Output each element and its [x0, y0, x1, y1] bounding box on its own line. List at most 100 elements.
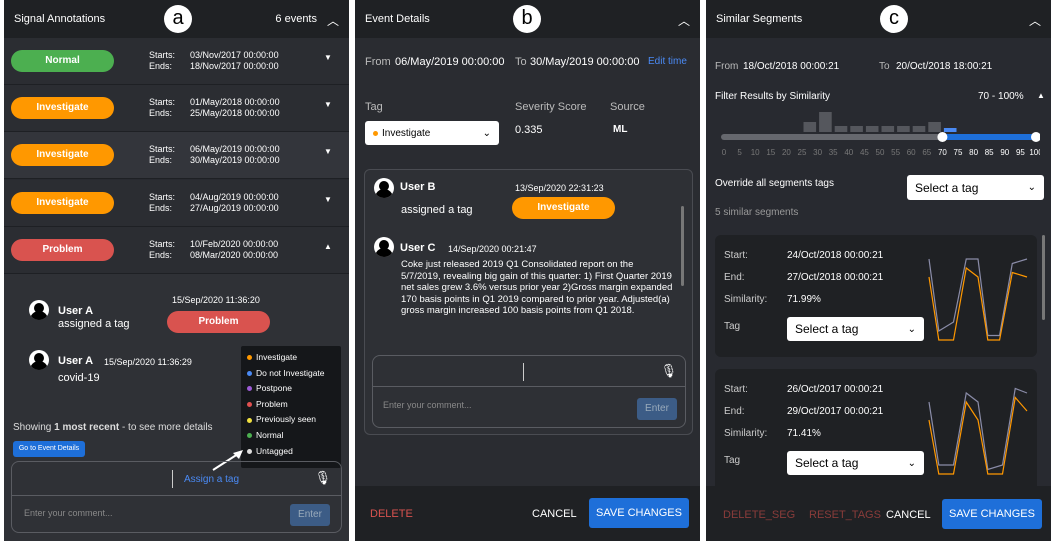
divider	[373, 386, 685, 387]
avatar	[29, 350, 49, 370]
comment-user: User A	[58, 305, 94, 317]
cancel-button[interactable]: CANCEL	[532, 508, 577, 520]
caret-down-icon[interactable]: ▼	[324, 195, 332, 204]
reset-tags-button[interactable]: RESET_TAGS	[809, 509, 881, 521]
caret-up-icon[interactable]: ▲	[1037, 91, 1045, 100]
enter-button[interactable]: Enter	[637, 398, 677, 420]
save-changes-button[interactable]: SAVE CHANGES	[942, 499, 1042, 529]
tag-pill[interactable]: Investigate	[11, 97, 114, 120]
comment-input[interactable]: Enter your comment...	[383, 400, 472, 410]
microphone-icon[interactable]: 🎙	[314, 470, 331, 486]
annotation-row[interactable]: Problem Starts: Ends: 10/Feb/2020 00:00:…	[4, 226, 349, 274]
override-select-value: Select a tag	[915, 180, 979, 195]
annotation-row[interactable]: Investigate Starts: Ends: 06/May/2019 00…	[4, 132, 349, 180]
slider-min-handle[interactable]	[937, 132, 948, 142]
collapse-icon[interactable]: ︿	[327, 12, 339, 29]
similarity-slider[interactable]: 0 5 10 15 20 25 30 35 40 45 50 55 60 65 70 75 80 85 90 95 10…	[718, 108, 1040, 158]
scrollbar[interactable]	[681, 206, 684, 286]
slider-tick: 95	[1016, 148, 1025, 157]
panel-a-title: Signal Annotations	[14, 13, 106, 25]
segment-sparkline	[928, 387, 1028, 475]
tag-menu-item[interactable]: Postpone	[247, 381, 335, 397]
annotation-row[interactable]: Investigate Starts: Ends: 04/Aug/2019 00…	[4, 179, 349, 227]
collapse-icon[interactable]: ︿	[1029, 12, 1041, 29]
segment-tag-select[interactable]: Select a tag ⌄	[787, 317, 924, 341]
override-label: Override all segments tags	[715, 178, 834, 189]
segment-tag-select[interactable]: Select a tag ⌄	[787, 451, 924, 475]
tag-menu-item[interactable]: Untagged	[247, 444, 335, 460]
comment-user: User A	[58, 355, 94, 367]
tag-pill[interactable]: Problem	[11, 238, 114, 261]
dot-icon	[247, 386, 252, 392]
panel-b-title: Event Details	[365, 13, 430, 25]
delete-button[interactable]: DELETE	[370, 508, 413, 520]
showing-post: - to see more details	[119, 422, 213, 433]
tag-menu-item[interactable]: Do not Investigate	[247, 366, 335, 382]
slider-tick: 15	[766, 148, 775, 157]
sparkline-reference	[928, 258, 1028, 337]
cancel-button[interactable]: CANCEL	[886, 509, 931, 521]
similarity-value: 71.41%	[787, 428, 821, 439]
collapse-icon[interactable]: ︿	[678, 12, 690, 29]
to-value: 20/Oct/2018 18:00:21	[896, 61, 993, 72]
tag-menu-item[interactable]: Previously seen	[247, 412, 335, 428]
microphone-icon[interactable]: 🎙	[660, 363, 677, 379]
showing-text: Showing 1 most recent - to see more deta…	[13, 422, 213, 433]
comment-time: 14/Sep/2020 00:21:47	[448, 244, 537, 254]
histogram-bar	[803, 122, 817, 132]
tag-menu-label: Postpone	[256, 383, 292, 394]
comment-input[interactable]: Enter your comment...	[24, 508, 113, 518]
edit-time-link[interactable]: Edit time	[648, 56, 687, 67]
slider-max-handle[interactable]	[1031, 132, 1040, 142]
comment-time: 15/Sep/2020 11:36:29	[104, 357, 192, 367]
caret-down-icon[interactable]: ▼	[324, 53, 332, 62]
slider-tick: 5	[737, 148, 742, 157]
override-tag-select[interactable]: Select a tag ⌄	[907, 175, 1044, 200]
segment-card[interactable]: Start: 26/Oct/2017 00:00:21 End: 29/Oct/…	[715, 369, 1037, 491]
caret-up-icon[interactable]: ▲	[324, 242, 332, 251]
dot-icon	[373, 130, 378, 136]
tag-select[interactable]: Investigate ⌄	[365, 121, 499, 145]
caret-down-icon[interactable]: ▼	[324, 100, 332, 109]
tag-label: Tag	[365, 101, 383, 113]
end-label: End:	[724, 406, 745, 417]
tag-menu-item[interactable]: Problem	[247, 397, 335, 413]
tag-pill[interactable]: Investigate	[11, 191, 114, 214]
comment-box: Assign a tag 🎙 Enter your comment... Ent…	[11, 461, 342, 533]
dot-icon	[247, 417, 252, 423]
tag-pill[interactable]: Investigate	[11, 144, 114, 167]
ends-label: Ends:	[149, 202, 173, 213]
tag-menu-item[interactable]: Normal	[247, 428, 335, 444]
comment-text: assigned a tag	[401, 204, 473, 216]
segment-card[interactable]: Start: 24/Oct/2018 00:00:21 End: 27/Oct/…	[715, 235, 1037, 357]
comment-text: covid-19	[58, 372, 100, 384]
annotation-row[interactable]: Normal Starts: Ends: 03/Nov/2017 00:00:0…	[4, 38, 349, 85]
go-to-event-details-button[interactable]: Go to Event Details	[13, 441, 85, 457]
comment-box: 🎙 Enter your comment... Enter	[372, 355, 686, 428]
tag-pill-investigate[interactable]: Investigate	[512, 197, 615, 219]
caret-down-icon[interactable]: ▼	[324, 147, 332, 156]
tag-pill[interactable]: Normal	[11, 50, 114, 72]
histogram-bar	[912, 126, 926, 132]
assign-tag-link[interactable]: Assign a tag	[184, 474, 239, 485]
annotation-row[interactable]: Investigate Starts: Ends: 01/May/2018 00…	[4, 85, 349, 133]
slider-tick: 90	[1000, 148, 1009, 157]
histogram-bar	[865, 126, 879, 132]
save-changes-button[interactable]: SAVE CHANGES	[589, 498, 689, 528]
histogram-bar	[819, 112, 832, 132]
cursor-divider	[523, 363, 524, 381]
signal-annotations-panel: Signal Annotations a 6 events ︿ Normal S…	[4, 0, 349, 541]
enter-button[interactable]: Enter	[290, 504, 330, 526]
from-value: 18/Oct/2018 00:00:21	[743, 61, 840, 72]
end-value: 18/Nov/2017 00:00:00	[190, 61, 279, 71]
panel-a-header: Signal Annotations a 6 events ︿	[4, 0, 349, 38]
tag-menu-item[interactable]: Investigate	[247, 350, 335, 366]
to-value: 30/May/2019 00:00:00	[530, 56, 640, 68]
filter-range: 70 - 100%	[978, 91, 1024, 102]
delete-seg-button[interactable]: DELETE_SEG	[723, 509, 795, 521]
severity-label: Severity Score	[515, 101, 587, 113]
slider-tick: 20	[782, 148, 791, 157]
tag-pill-problem[interactable]: Problem	[167, 311, 270, 333]
tag-label: Tag	[724, 321, 741, 332]
scrollbar[interactable]	[1042, 235, 1045, 320]
